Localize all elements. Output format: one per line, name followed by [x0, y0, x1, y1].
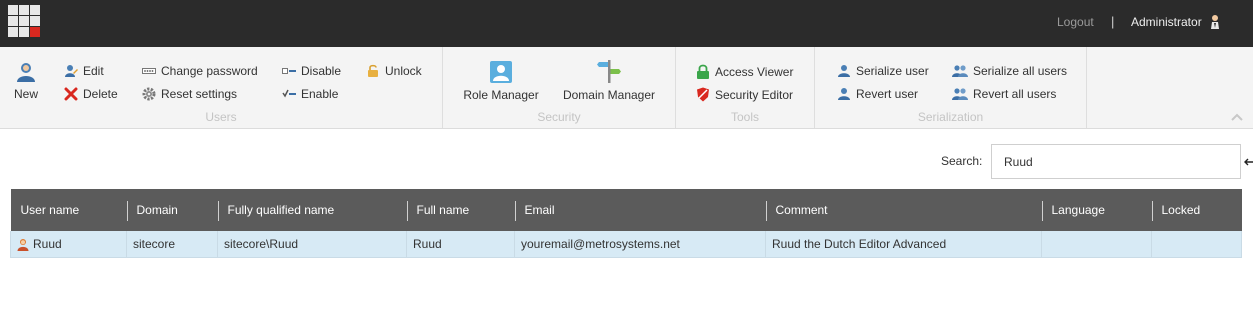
users-group-icon	[952, 88, 968, 100]
ribbon-group-users: New Edit Delete Change password Reset se…	[0, 47, 443, 128]
column-header-user-name[interactable]: User name	[10, 189, 127, 231]
search-input[interactable]	[991, 144, 1241, 179]
ribbon-toolbar: New Edit Delete Change password Reset se…	[0, 47, 1253, 129]
domain-manager-button[interactable]: Domain Manager	[561, 58, 657, 102]
disable-user-button[interactable]: Disable	[282, 64, 341, 78]
search-label: Search:	[941, 154, 983, 168]
security-editor-label: Security Editor	[715, 87, 794, 102]
table-row[interactable]: Ruud sitecore sitecore\Ruud Ruud yourema…	[10, 231, 1242, 258]
change-password-button[interactable]: Change password	[142, 64, 258, 78]
cell-fully-qualified-name[interactable]: sitecore\Ruud	[217, 231, 407, 258]
cell-full-name[interactable]: Ruud	[406, 231, 515, 258]
user-name-text: Ruud	[33, 236, 62, 251]
serialize-user-button[interactable]: Serialize user	[837, 64, 929, 78]
role-manager-button[interactable]: Role Manager	[463, 60, 539, 102]
column-header-comment[interactable]: Comment	[765, 189, 1042, 231]
security-group-title: Security	[537, 110, 581, 124]
revert-all-users-label: Revert all users	[973, 87, 1057, 101]
edit-user-icon	[65, 65, 78, 77]
change-password-label: Change password	[161, 64, 258, 78]
password-field-icon	[142, 68, 156, 74]
table-header-row: User name Domain Fully qualified name Fu…	[10, 189, 1242, 231]
logout-link[interactable]: Logout	[1057, 15, 1094, 29]
collapse-ribbon-chevron-up-icon[interactable]	[1230, 112, 1244, 122]
users-group-icon	[952, 65, 968, 77]
serialize-user-icon	[838, 65, 850, 77]
cell-domain[interactable]: sitecore	[126, 231, 218, 258]
mouse-cursor-icon	[1244, 158, 1253, 166]
enable-user-button[interactable]: Enable	[282, 87, 338, 101]
revert-all-users-button[interactable]: Revert all users	[952, 87, 1056, 101]
column-header-fully-qualified-name[interactable]: Fully qualified name	[217, 189, 407, 231]
ribbon-group-security: Role Manager Domain Manager Security	[443, 47, 676, 128]
serialization-group-title: Serialization	[917, 110, 984, 124]
serialize-user-label: Serialize user	[856, 64, 929, 78]
reset-settings-label: Reset settings	[161, 87, 238, 101]
delete-user-button[interactable]: Delete	[64, 87, 118, 101]
top-bar: Logout | Administrator	[0, 0, 1253, 47]
access-viewer-button[interactable]: Access Viewer	[696, 64, 793, 79]
column-header-email[interactable]: Email	[514, 189, 766, 231]
delete-icon	[64, 87, 78, 101]
edit-user-button[interactable]: Edit	[64, 64, 104, 78]
current-user-name[interactable]: Administrator	[1131, 15, 1202, 29]
domain-manager-label: Domain Manager	[562, 88, 656, 102]
new-user-button[interactable]: New	[10, 61, 42, 101]
enable-user-label: Enable	[301, 87, 339, 101]
column-header-domain[interactable]: Domain	[126, 189, 218, 231]
edit-user-label: Edit	[83, 64, 104, 78]
lock-icon	[697, 64, 709, 79]
app-logo-icon[interactable]	[8, 5, 40, 37]
access-viewer-label: Access Viewer	[715, 64, 794, 79]
enable-icon	[282, 89, 296, 98]
role-manager-label: Role Manager	[463, 88, 539, 102]
column-header-locked[interactable]: Locked	[1151, 189, 1242, 231]
disable-icon	[282, 68, 296, 74]
users-table: User name Domain Fully qualified name Fu…	[10, 189, 1242, 258]
revert-user-button[interactable]: Revert user	[837, 87, 918, 101]
header-separator: |	[1111, 14, 1115, 29]
revert-user-icon	[838, 88, 850, 100]
cell-user-name[interactable]: Ruud	[10, 231, 127, 258]
cell-language[interactable]	[1041, 231, 1152, 258]
column-header-language[interactable]: Language	[1041, 189, 1152, 231]
serialize-all-users-label: Serialize all users	[973, 64, 1068, 78]
unlock-user-button[interactable]: Unlock	[366, 64, 422, 78]
disable-user-label: Disable	[301, 64, 342, 78]
signpost-icon	[597, 60, 621, 83]
cell-email[interactable]: youremail@metrosystems.net	[514, 231, 766, 258]
delete-user-label: Delete	[83, 87, 118, 101]
cell-comment[interactable]: Ruud the Dutch Editor Advanced	[765, 231, 1042, 258]
security-editor-button[interactable]: Security Editor	[696, 87, 793, 102]
column-header-full-name[interactable]: Full name	[406, 189, 515, 231]
serialize-all-users-button[interactable]: Serialize all users	[952, 64, 1067, 78]
new-user-label: New	[13, 87, 38, 101]
users-group-title: Users	[205, 110, 237, 124]
role-manager-icon	[490, 61, 512, 83]
reset-settings-button[interactable]: Reset settings	[142, 87, 237, 101]
tools-group-title: Tools	[730, 110, 759, 124]
unlock-icon	[368, 64, 378, 77]
ribbon-group-tools: Access Viewer Security Editor Tools	[676, 47, 815, 128]
new-user-icon	[17, 63, 35, 82]
ribbon-group-serialization: Serialize user Revert user Serialize all…	[815, 47, 1087, 128]
user-icon	[17, 238, 29, 251]
unlock-user-label: Unlock	[385, 64, 422, 78]
gear-icon	[142, 87, 156, 101]
cell-locked[interactable]	[1151, 231, 1242, 258]
user-avatar-icon	[1211, 15, 1219, 29]
security-shield-icon	[697, 87, 709, 102]
revert-user-label: Revert user	[856, 87, 919, 101]
